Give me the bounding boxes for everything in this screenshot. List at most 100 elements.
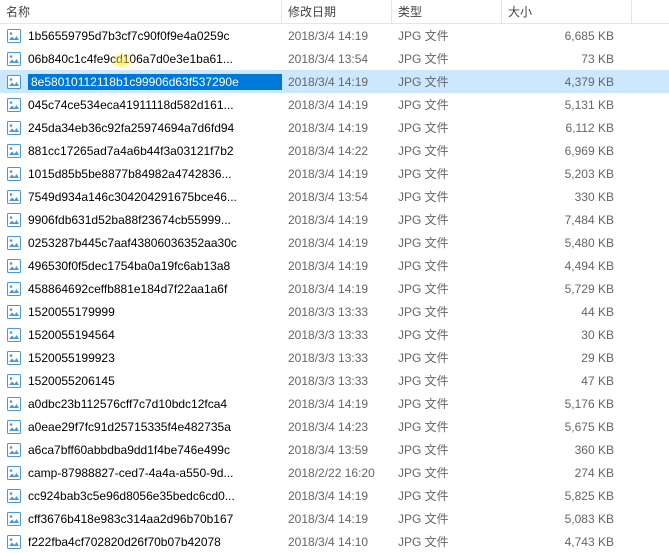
cell-date: 2018/3/4 14:19 bbox=[282, 236, 392, 250]
table-row[interactable]: 1015d85b5be8877b84982a4742836...2018/3/4… bbox=[0, 162, 669, 185]
table-row[interactable]: cff3676b418e983c314aa2d96b70b1672018/3/4… bbox=[0, 507, 669, 530]
cell-date: 2018/3/3 13:33 bbox=[282, 374, 392, 388]
cell-type: JPG 文件 bbox=[392, 326, 502, 343]
cell-name[interactable]: cff3676b418e983c314aa2d96b70b167 bbox=[0, 511, 282, 527]
file-name[interactable]: 8e58010112118b1c99906d63f537290e bbox=[28, 74, 282, 90]
cell-date: 2018/3/4 14:19 bbox=[282, 98, 392, 112]
cell-name[interactable]: a0eae29f7fc91d25715335f4e482735a bbox=[0, 419, 282, 435]
file-name: a6ca7bff60abbdba9dd1f4be746e499c bbox=[28, 443, 282, 457]
cell-name[interactable]: 881cc17265ad7a4a6b44f3a03121f7b2 bbox=[0, 143, 282, 159]
cell-name[interactable]: 496530f0f5dec1754ba0a19fc6ab13a8 bbox=[0, 258, 282, 274]
table-row[interactable]: 045c74ce534eca41911118d582d161...2018/3/… bbox=[0, 93, 669, 116]
cell-name[interactable]: 7549d934a146c304204291675bce46... bbox=[0, 189, 282, 205]
file-image-icon bbox=[6, 511, 22, 527]
cell-name[interactable]: 9906fdb631d52ba88f23674cb55999... bbox=[0, 212, 282, 228]
cell-name[interactable]: camp-87988827-ced7-4a4a-a550-9d... bbox=[0, 465, 282, 481]
file-image-icon bbox=[6, 235, 22, 251]
file-name: a0dbc23b112576cff7c7d10bdc12fca4 bbox=[28, 397, 282, 411]
table-row[interactable]: 15200552061452018/3/3 13:33JPG 文件47 KB bbox=[0, 369, 669, 392]
table-row[interactable]: 496530f0f5dec1754ba0a19fc6ab13a82018/3/4… bbox=[0, 254, 669, 277]
cell-size: 5,203 KB bbox=[502, 167, 632, 181]
file-image-icon bbox=[6, 166, 22, 182]
cell-size: 73 KB bbox=[502, 52, 632, 66]
file-name: 045c74ce534eca41911118d582d161... bbox=[28, 98, 282, 112]
table-row[interactable]: 15200551799992018/3/3 13:33JPG 文件44 KB bbox=[0, 300, 669, 323]
cell-name[interactable]: cc924bab3c5e96d8056e35bedc6cd0... bbox=[0, 488, 282, 504]
cell-size: 6,685 KB bbox=[502, 29, 632, 43]
file-image-icon bbox=[6, 281, 22, 297]
cell-date: 2018/3/4 14:19 bbox=[282, 213, 392, 227]
cell-size: 7,484 KB bbox=[502, 213, 632, 227]
file-image-icon bbox=[6, 442, 22, 458]
table-row[interactable]: 8e58010112118b1c99906d63f537290e2018/3/4… bbox=[0, 70, 669, 93]
file-image-icon bbox=[6, 488, 22, 504]
cell-name[interactable]: 1b56559795d7b3cf7c90f0f9e4a0259c bbox=[0, 28, 282, 44]
cell-name[interactable]: 1520055179999 bbox=[0, 304, 282, 320]
cell-type: JPG 文件 bbox=[392, 510, 502, 527]
table-row[interactable]: 7549d934a146c304204291675bce46...2018/3/… bbox=[0, 185, 669, 208]
table-row[interactable]: 245da34eb36c92fa25974694a7d6fd942018/3/4… bbox=[0, 116, 669, 139]
file-image-icon bbox=[6, 74, 22, 90]
table-row[interactable]: a0eae29f7fc91d25715335f4e482735a2018/3/4… bbox=[0, 415, 669, 438]
cell-type: JPG 文件 bbox=[392, 50, 502, 67]
table-row[interactable]: 0253287b445c7aaf43806036352aa30c2018/3/4… bbox=[0, 231, 669, 254]
cell-type: JPG 文件 bbox=[392, 142, 502, 159]
table-row[interactable]: 06b840c1c4fe9cd106a7d0e3e1ba61...2018/3/… bbox=[0, 47, 669, 70]
cell-type: JPG 文件 bbox=[392, 165, 502, 182]
file-image-icon bbox=[6, 258, 22, 274]
cell-name[interactable]: 245da34eb36c92fa25974694a7d6fd94 bbox=[0, 120, 282, 136]
cell-size: 5,729 KB bbox=[502, 282, 632, 296]
table-row[interactable]: 9906fdb631d52ba88f23674cb55999...2018/3/… bbox=[0, 208, 669, 231]
file-name: 1520055194564 bbox=[28, 328, 282, 342]
table-row[interactable]: camp-87988827-ced7-4a4a-a550-9d...2018/2… bbox=[0, 461, 669, 484]
cell-name[interactable]: 8e58010112118b1c99906d63f537290e bbox=[0, 74, 282, 90]
cell-type: JPG 文件 bbox=[392, 349, 502, 366]
cell-size: 47 KB bbox=[502, 374, 632, 388]
cell-name[interactable]: 1520055194564 bbox=[0, 327, 282, 343]
table-row[interactable]: cc924bab3c5e96d8056e35bedc6cd0...2018/3/… bbox=[0, 484, 669, 507]
cell-size: 5,675 KB bbox=[502, 420, 632, 434]
file-name: 1520055199923 bbox=[28, 351, 282, 365]
cell-name[interactable]: 045c74ce534eca41911118d582d161... bbox=[0, 97, 282, 113]
table-row[interactable]: a0dbc23b112576cff7c7d10bdc12fca42018/3/4… bbox=[0, 392, 669, 415]
table-row[interactable]: 881cc17265ad7a4a6b44f3a03121f7b22018/3/4… bbox=[0, 139, 669, 162]
cell-size: 360 KB bbox=[502, 443, 632, 457]
cell-type: JPG 文件 bbox=[392, 372, 502, 389]
table-row[interactable]: 15200551945642018/3/3 13:33JPG 文件30 KB bbox=[0, 323, 669, 346]
cell-name[interactable]: 1015d85b5be8877b84982a4742836... bbox=[0, 166, 282, 182]
cell-date: 2018/3/4 14:23 bbox=[282, 420, 392, 434]
file-image-icon bbox=[6, 212, 22, 228]
cell-type: JPG 文件 bbox=[392, 303, 502, 320]
cell-name[interactable]: f222fba4cf702820d26f70b07b42078 bbox=[0, 534, 282, 550]
cell-name[interactable]: 458864692ceffb881e184d7f22aa1a6f bbox=[0, 281, 282, 297]
file-name: 1b56559795d7b3cf7c90f0f9e4a0259c bbox=[28, 29, 282, 43]
column-header-size[interactable]: 大小 bbox=[502, 0, 632, 23]
cell-name[interactable]: 06b840c1c4fe9cd106a7d0e3e1ba61... bbox=[0, 51, 282, 67]
cell-date: 2018/3/3 13:33 bbox=[282, 328, 392, 342]
cell-size: 6,112 KB bbox=[502, 121, 632, 135]
cell-date: 2018/3/4 14:19 bbox=[282, 121, 392, 135]
table-row[interactable]: 15200551999232018/3/3 13:33JPG 文件29 KB bbox=[0, 346, 669, 369]
file-rows-container: 1b56559795d7b3cf7c90f0f9e4a0259c 2018/3/4… bbox=[0, 24, 669, 553]
file-name: 06b840c1c4fe9cd106a7d0e3e1ba61... bbox=[28, 52, 282, 66]
column-header-type[interactable]: 类型 bbox=[392, 0, 502, 23]
table-row[interactable]: a6ca7bff60abbdba9dd1f4be746e499c2018/3/4… bbox=[0, 438, 669, 461]
table-row[interactable]: 1b56559795d7b3cf7c90f0f9e4a0259c2018/3/4… bbox=[0, 24, 669, 47]
column-header-name[interactable]: 名称 bbox=[0, 0, 282, 23]
cell-name[interactable]: a6ca7bff60abbdba9dd1f4be746e499c bbox=[0, 442, 282, 458]
file-image-icon bbox=[6, 97, 22, 113]
cell-size: 330 KB bbox=[502, 190, 632, 204]
cell-size: 5,480 KB bbox=[502, 236, 632, 250]
file-name: cff3676b418e983c314aa2d96b70b167 bbox=[28, 512, 282, 526]
cell-date: 2018/2/22 16:20 bbox=[282, 466, 392, 480]
cell-date: 2018/3/4 14:19 bbox=[282, 167, 392, 181]
cell-name[interactable]: 1520055206145 bbox=[0, 373, 282, 389]
cell-name[interactable]: 1520055199923 bbox=[0, 350, 282, 366]
cell-type: JPG 文件 bbox=[392, 27, 502, 44]
column-header-row: 名称 修改日期 类型 大小 bbox=[0, 0, 669, 24]
table-row[interactable]: f222fba4cf702820d26f70b07b420782018/3/4 … bbox=[0, 530, 669, 553]
column-header-date[interactable]: 修改日期 bbox=[282, 0, 392, 23]
table-row[interactable]: 458864692ceffb881e184d7f22aa1a6f2018/3/4… bbox=[0, 277, 669, 300]
cell-name[interactable]: 0253287b445c7aaf43806036352aa30c bbox=[0, 235, 282, 251]
cell-name[interactable]: a0dbc23b112576cff7c7d10bdc12fca4 bbox=[0, 396, 282, 412]
